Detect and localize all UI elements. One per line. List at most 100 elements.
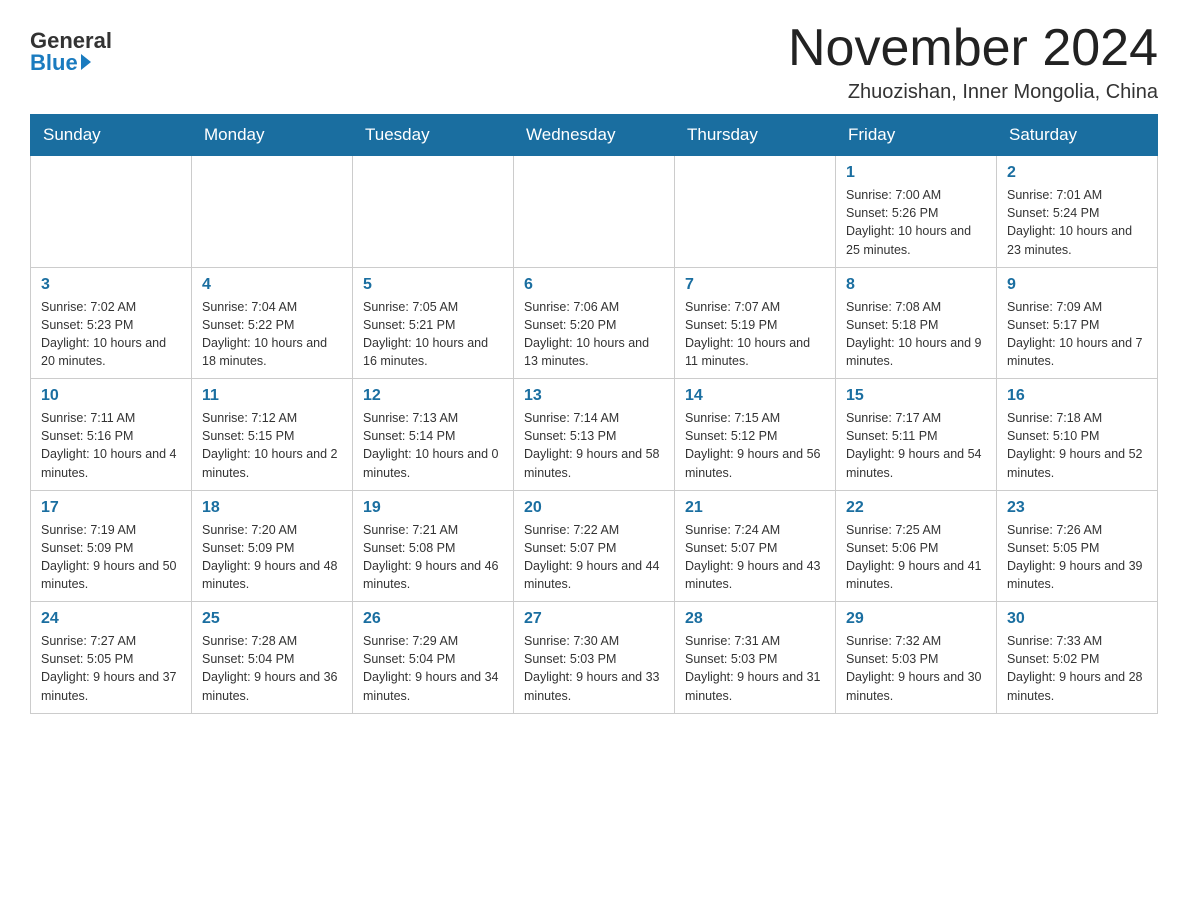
calendar-cell: 4 Sunrise: 7:04 AM Sunset: 5:22 PM Daylig… [192, 267, 353, 379]
calendar-cell: 12 Sunrise: 7:13 AM Sunset: 5:14 PM Dayli… [353, 379, 514, 491]
calendar-cell: 17Sunrise: 7:19 AM Sunset: 5:09 PM Dayli… [31, 490, 192, 602]
day-info: Sunrise: 7:08 AM Sunset: 5:18 PM Dayligh… [846, 298, 986, 371]
weekday-header-row: SundayMondayTuesdayWednesdayThursdayFrid… [31, 115, 1158, 156]
calendar-cell: 21 Sunrise: 7:24 AM Sunset: 5:07 PM Dayli… [675, 490, 836, 602]
day-number: 29 [846, 610, 986, 628]
logo-general-text: General [30, 30, 112, 52]
calendar-cell: 6 Sunrise: 7:06 AM Sunset: 5:20 PM Daylig… [514, 267, 675, 379]
day-number: 4 [202, 276, 342, 294]
location-subtitle: Zhuozishan, Inner Mongolia, China [788, 81, 1158, 104]
calendar-cell [514, 156, 675, 268]
day-number: 2 [1007, 164, 1147, 182]
day-info: Sunrise: 7:30 AM Sunset: 5:03 PM Dayligh… [524, 632, 664, 705]
calendar-cell [675, 156, 836, 268]
weekday-header-wednesday: Wednesday [514, 115, 675, 156]
logo: General Blue [30, 20, 112, 74]
month-title: November 2024 [788, 20, 1158, 77]
calendar-cell: 13Sunrise: 7:14 AM Sunset: 5:13 PM Dayli… [514, 379, 675, 491]
calendar-cell: 19 Sunrise: 7:21 AM Sunset: 5:08 PM Dayli… [353, 490, 514, 602]
day-number: 6 [524, 276, 664, 294]
calendar-cell: 11 Sunrise: 7:12 AM Sunset: 5:15 PM Dayli… [192, 379, 353, 491]
calendar-cell [31, 156, 192, 268]
calendar-cell [353, 156, 514, 268]
weekday-header-thursday: Thursday [675, 115, 836, 156]
day-info: Sunrise: 7:13 AM Sunset: 5:14 PM Dayligh… [363, 409, 503, 482]
weekday-header-friday: Friday [836, 115, 997, 156]
calendar-cell: 15Sunrise: 7:17 AM Sunset: 5:11 PM Dayli… [836, 379, 997, 491]
day-number: 21 [685, 499, 825, 517]
day-number: 20 [524, 499, 664, 517]
day-number: 10 [41, 387, 181, 405]
weekday-header-monday: Monday [192, 115, 353, 156]
day-number: 5 [363, 276, 503, 294]
day-info: Sunrise: 7:04 AM Sunset: 5:22 PM Dayligh… [202, 298, 342, 371]
day-info: Sunrise: 7:24 AM Sunset: 5:07 PM Dayligh… [685, 521, 825, 594]
day-info: Sunrise: 7:00 AM Sunset: 5:26 PM Dayligh… [846, 186, 986, 259]
week-row-1: 1 Sunrise: 7:00 AM Sunset: 5:26 PM Daylig… [31, 156, 1158, 268]
week-row-5: 24 Sunrise: 7:27 AM Sunset: 5:05 PM Dayli… [31, 602, 1158, 714]
day-info: Sunrise: 7:33 AM Sunset: 5:02 PM Dayligh… [1007, 632, 1147, 705]
calendar-cell: 30 Sunrise: 7:33 AM Sunset: 5:02 PM Dayli… [997, 602, 1158, 714]
calendar-cell: 10 Sunrise: 7:11 AM Sunset: 5:16 PM Dayli… [31, 379, 192, 491]
day-number: 1 [846, 164, 986, 182]
calendar-table: SundayMondayTuesdayWednesdayThursdayFrid… [30, 114, 1158, 714]
day-info: Sunrise: 7:25 AM Sunset: 5:06 PM Dayligh… [846, 521, 986, 594]
day-number: 22 [846, 499, 986, 517]
day-info: Sunrise: 7:26 AM Sunset: 5:05 PM Dayligh… [1007, 521, 1147, 594]
calendar-cell: 29 Sunrise: 7:32 AM Sunset: 5:03 PM Dayli… [836, 602, 997, 714]
day-number: 24 [41, 610, 181, 628]
day-info: Sunrise: 7:22 AM Sunset: 5:07 PM Dayligh… [524, 521, 664, 594]
day-number: 13 [524, 387, 664, 405]
day-number: 23 [1007, 499, 1147, 517]
day-number: 18 [202, 499, 342, 517]
day-info: Sunrise: 7:18 AM Sunset: 5:10 PM Dayligh… [1007, 409, 1147, 482]
day-number: 11 [202, 387, 342, 405]
day-number: 3 [41, 276, 181, 294]
calendar-cell: 23 Sunrise: 7:26 AM Sunset: 5:05 PM Dayli… [997, 490, 1158, 602]
day-info: Sunrise: 7:15 AM Sunset: 5:12 PM Dayligh… [685, 409, 825, 482]
day-info: Sunrise: 7:01 AM Sunset: 5:24 PM Dayligh… [1007, 186, 1147, 259]
day-info: Sunrise: 7:29 AM Sunset: 5:04 PM Dayligh… [363, 632, 503, 705]
day-info: Sunrise: 7:11 AM Sunset: 5:16 PM Dayligh… [41, 409, 181, 482]
page-header: General Blue November 2024 Zhuozishan, I… [30, 20, 1158, 104]
logo-blue-text: Blue [30, 52, 91, 74]
day-number: 9 [1007, 276, 1147, 294]
day-number: 30 [1007, 610, 1147, 628]
calendar-cell: 20 Sunrise: 7:22 AM Sunset: 5:07 PM Dayli… [514, 490, 675, 602]
day-number: 15 [846, 387, 986, 405]
logo-triangle-icon [81, 54, 91, 70]
day-number: 27 [524, 610, 664, 628]
weekday-header-saturday: Saturday [997, 115, 1158, 156]
title-area: November 2024 Zhuozishan, Inner Mongolia… [788, 20, 1158, 104]
day-info: Sunrise: 7:09 AM Sunset: 5:17 PM Dayligh… [1007, 298, 1147, 371]
day-info: Sunrise: 7:19 AM Sunset: 5:09 PM Dayligh… [41, 521, 181, 594]
day-number: 25 [202, 610, 342, 628]
day-number: 7 [685, 276, 825, 294]
week-row-2: 3 Sunrise: 7:02 AM Sunset: 5:23 PM Daylig… [31, 267, 1158, 379]
calendar-cell: 7 Sunrise: 7:07 AM Sunset: 5:19 PM Daylig… [675, 267, 836, 379]
calendar-cell: 28Sunrise: 7:31 AM Sunset: 5:03 PM Dayli… [675, 602, 836, 714]
day-number: 26 [363, 610, 503, 628]
week-row-3: 10 Sunrise: 7:11 AM Sunset: 5:16 PM Dayli… [31, 379, 1158, 491]
day-number: 14 [685, 387, 825, 405]
day-info: Sunrise: 7:06 AM Sunset: 5:20 PM Dayligh… [524, 298, 664, 371]
day-number: 12 [363, 387, 503, 405]
weekday-header-sunday: Sunday [31, 115, 192, 156]
day-number: 28 [685, 610, 825, 628]
calendar-cell: 5Sunrise: 7:05 AM Sunset: 5:21 PM Daylig… [353, 267, 514, 379]
day-number: 19 [363, 499, 503, 517]
day-info: Sunrise: 7:07 AM Sunset: 5:19 PM Dayligh… [685, 298, 825, 371]
weekday-header-tuesday: Tuesday [353, 115, 514, 156]
day-info: Sunrise: 7:21 AM Sunset: 5:08 PM Dayligh… [363, 521, 503, 594]
day-info: Sunrise: 7:32 AM Sunset: 5:03 PM Dayligh… [846, 632, 986, 705]
calendar-cell: 2 Sunrise: 7:01 AM Sunset: 5:24 PM Daylig… [997, 156, 1158, 268]
calendar-cell: 22 Sunrise: 7:25 AM Sunset: 5:06 PM Dayli… [836, 490, 997, 602]
day-info: Sunrise: 7:27 AM Sunset: 5:05 PM Dayligh… [41, 632, 181, 705]
calendar-cell: 9 Sunrise: 7:09 AM Sunset: 5:17 PM Daylig… [997, 267, 1158, 379]
day-info: Sunrise: 7:12 AM Sunset: 5:15 PM Dayligh… [202, 409, 342, 482]
day-info: Sunrise: 7:20 AM Sunset: 5:09 PM Dayligh… [202, 521, 342, 594]
day-info: Sunrise: 7:02 AM Sunset: 5:23 PM Dayligh… [41, 298, 181, 371]
calendar-cell: 18 Sunrise: 7:20 AM Sunset: 5:09 PM Dayli… [192, 490, 353, 602]
calendar-cell: 16Sunrise: 7:18 AM Sunset: 5:10 PM Dayli… [997, 379, 1158, 491]
calendar-cell: 24 Sunrise: 7:27 AM Sunset: 5:05 PM Dayli… [31, 602, 192, 714]
